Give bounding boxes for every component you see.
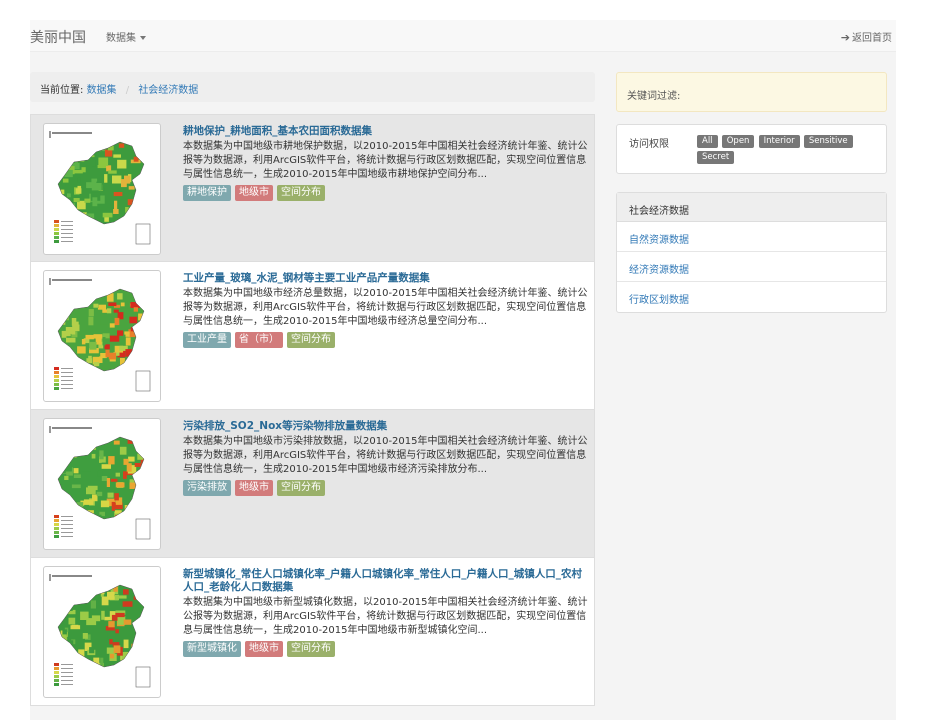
dataset-description: 本数据集为中国地级市污染排放数据，以2010-2015年中国相关社会经济统计年鉴… bbox=[183, 436, 588, 475]
tag-type[interactable]: 空间分布 bbox=[287, 332, 335, 348]
tag-keyword[interactable]: 工业产量 bbox=[183, 332, 231, 348]
map-thumbnail[interactable] bbox=[43, 123, 161, 255]
breadcrumb-prefix: 当前位置: bbox=[40, 85, 84, 96]
home-link[interactable]: ➔ 返回首页 bbox=[841, 29, 892, 44]
keyword-filter-label: 关键词过滤: bbox=[627, 91, 681, 102]
tag-type[interactable]: 空间分布 bbox=[287, 641, 335, 657]
breadcrumb: 当前位置: 数据集 / 社会经济数据 bbox=[30, 72, 595, 102]
home-link-label: 返回首页 bbox=[852, 33, 892, 44]
dataset-title[interactable]: 耕地保护_耕地面积_基本农田面积数据集 bbox=[183, 125, 589, 138]
breadcrumb-link-datasets[interactable]: 数据集 bbox=[87, 85, 117, 96]
tag-level[interactable]: 地级市 bbox=[235, 185, 273, 201]
dataset-title[interactable]: 工业产量_玻璃_水泥_钢材等主要工业产品产量数据集 bbox=[183, 272, 589, 285]
breadcrumb-link-current[interactable]: 社会经济数据 bbox=[138, 85, 198, 96]
map-thumbnail[interactable] bbox=[43, 566, 161, 698]
category-list: 社会经济数据 自然资源数据 经济资源数据 行政区划数据 bbox=[616, 192, 887, 313]
dataset-item: 工业产量_玻璃_水泥_钢材等主要工业产品产量数据集 本数据集为中国地级市经济总量… bbox=[30, 262, 595, 410]
dataset-description: 本数据集为中国地级市经济总量数据，以2010-2015年中国相关社会经济统计年鉴… bbox=[183, 288, 588, 327]
dataset-description: 本数据集为中国地级市新型城镇化数据，以2010-2015年中国相关社会经济统计年… bbox=[183, 597, 588, 636]
category-item-economic-resources[interactable]: 经济资源数据 bbox=[617, 252, 886, 282]
category-item-natural-resources[interactable]: 自然资源数据 bbox=[617, 222, 886, 252]
tag-type[interactable]: 空间分布 bbox=[277, 185, 325, 201]
access-interior-button[interactable]: Interior bbox=[758, 135, 800, 148]
dataset-item: 新型城镇化_常住人口城镇化率_户籍人口城镇化率_常住人口_户籍人口_城镇人口_农… bbox=[30, 558, 595, 706]
dataset-title[interactable]: 新型城镇化_常住人口城镇化率_户籍人口城镇化率_常住人口_户籍人口_城镇人口_农… bbox=[183, 568, 589, 594]
tag-level[interactable]: 地级市 bbox=[245, 641, 283, 657]
access-label: 访问权限 bbox=[629, 139, 669, 150]
tag-keyword[interactable]: 污染排放 bbox=[183, 480, 231, 496]
access-sensitive-button[interactable]: Sensitive bbox=[803, 135, 853, 148]
map-thumbnail[interactable] bbox=[43, 418, 161, 550]
dataset-description: 本数据集为中国地级市耕地保护数据，以2010-2015年中国相关社会经济统计年鉴… bbox=[183, 141, 588, 180]
tag-keyword[interactable]: 耕地保护 bbox=[183, 185, 231, 201]
access-filter-panel: 访问权限 All Open Interior Sensitive Secret bbox=[616, 124, 887, 174]
arrow-right-icon: ➔ bbox=[840, 31, 850, 44]
access-open-button[interactable]: Open bbox=[721, 135, 755, 148]
dataset-item: 耕地保护_耕地面积_基本农田面积数据集 本数据集为中国地级市耕地保护数据，以20… bbox=[30, 114, 595, 262]
dataset-dropdown-label: 数据集 bbox=[106, 33, 136, 44]
dataset-item: 污染排放_SO2_Nox等污染物排放量数据集 本数据集为中国地级市污染排放数据，… bbox=[30, 410, 595, 558]
access-all-button[interactable]: All bbox=[697, 135, 718, 148]
access-secret-button[interactable]: Secret bbox=[697, 151, 735, 164]
tag-keyword[interactable]: 新型城镇化 bbox=[183, 641, 241, 657]
dataset-dropdown[interactable]: 数据集 bbox=[106, 29, 146, 44]
top-navbar: 美丽中国 数据集 ➔ 返回首页 bbox=[30, 20, 896, 52]
caret-down-icon bbox=[140, 36, 146, 40]
category-header[interactable]: 社会经济数据 bbox=[617, 193, 886, 222]
category-item-administrative-division[interactable]: 行政区划数据 bbox=[617, 282, 886, 312]
map-thumbnail[interactable] bbox=[43, 270, 161, 402]
breadcrumb-separator: / bbox=[125, 85, 130, 96]
tag-level[interactable]: 省（市） bbox=[235, 332, 283, 348]
tag-level[interactable]: 地级市 bbox=[235, 480, 273, 496]
keyword-filter[interactable]: 关键词过滤: bbox=[616, 72, 887, 112]
tag-type[interactable]: 空间分布 bbox=[277, 480, 325, 496]
dataset-list: 耕地保护_耕地面积_基本农田面积数据集 本数据集为中国地级市耕地保护数据，以20… bbox=[30, 114, 595, 706]
brand-title[interactable]: 美丽中国 bbox=[30, 27, 86, 47]
dataset-title[interactable]: 污染排放_SO2_Nox等污染物排放量数据集 bbox=[183, 420, 589, 433]
